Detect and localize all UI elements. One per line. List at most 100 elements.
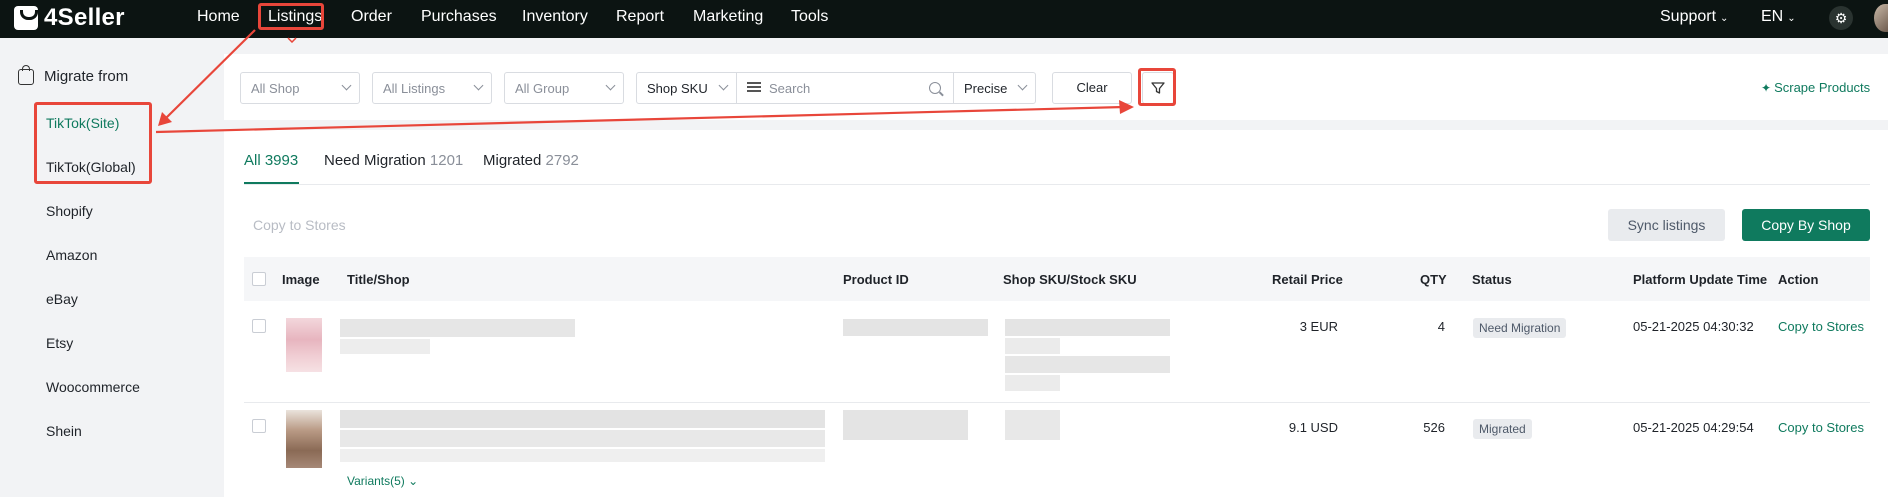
sku-type-select[interactable]: Shop SKU	[636, 72, 737, 104]
bag-logo-icon	[14, 6, 38, 30]
scrape-products-link[interactable]: ✦ Scrape Products	[1761, 80, 1870, 95]
sidebar-item-shein[interactable]: Shein	[46, 423, 82, 439]
redacted-shop	[340, 339, 430, 354]
language-menu[interactable]: EN ⌄	[1761, 8, 1796, 26]
retail-price: 9.1 USD	[1288, 420, 1338, 435]
select-all-checkbox[interactable]	[252, 272, 266, 286]
shop-select-value: All Shop	[251, 81, 300, 96]
group-select-value: All Group	[515, 81, 570, 96]
col-update-time: Platform Update Time	[1633, 272, 1768, 287]
tab-count: 3993	[264, 152, 299, 169]
col-qty: QTY	[1420, 272, 1447, 287]
retail-price: 3 EUR	[1299, 319, 1338, 334]
sidebar-item-woocommerce[interactable]: Woocommerce	[46, 379, 140, 395]
copy-by-shop-button[interactable]: Copy By Shop	[1742, 209, 1870, 241]
nav-home[interactable]: Home	[197, 8, 240, 26]
sidebar-item-amazon[interactable]: Amazon	[46, 247, 97, 263]
chevron-down-icon	[341, 80, 352, 91]
language-label: EN	[1761, 8, 1784, 25]
redacted-title	[340, 319, 575, 337]
listings-select[interactable]: All Listings	[372, 72, 492, 104]
chevron-down-icon: ⌄	[1720, 13, 1729, 24]
shopping-bag-icon	[18, 64, 34, 85]
quantity: 526	[1423, 420, 1445, 435]
redacted-shop-sku	[1005, 410, 1060, 440]
copy-to-stores-button[interactable]: Copy to Stores	[253, 217, 346, 233]
chevron-down-icon	[1017, 80, 1028, 91]
gear-icon[interactable]: ⚙	[1829, 6, 1853, 30]
support-label: Support	[1660, 8, 1717, 25]
col-shop-sku: Shop SKU/Stock SKU	[1003, 272, 1137, 287]
listings-active-caret	[287, 30, 297, 44]
sidebar-heading: Migrate from	[18, 64, 129, 85]
row-divider	[244, 402, 1870, 403]
sidebar-heading-label: Migrate from	[44, 68, 129, 85]
col-title-shop: Title/Shop	[347, 272, 410, 287]
nav-purchases[interactable]: Purchases	[421, 8, 497, 26]
sidebar-item-ebay[interactable]: eBay	[46, 291, 78, 307]
listings-select-value: All Listings	[383, 81, 446, 96]
search-icon[interactable]	[929, 82, 941, 94]
support-menu[interactable]: Support ⌄	[1660, 8, 1728, 26]
nav-tools[interactable]: Tools	[791, 8, 828, 26]
nav-inventory[interactable]: Inventory	[522, 8, 588, 26]
product-thumbnail[interactable]	[286, 318, 322, 372]
tab-migrated[interactable]: Migrated 2792	[483, 152, 579, 169]
table-header: Image Title/Shop Product ID Shop SKU/Sto…	[244, 257, 1870, 301]
tab-active-indicator	[244, 182, 299, 184]
group-select[interactable]: All Group	[504, 72, 624, 104]
tab-label: Need Migration	[324, 152, 426, 169]
row-checkbox[interactable]	[252, 419, 266, 433]
nav-order[interactable]: Order	[351, 8, 392, 26]
variants-toggle[interactable]: Variants(5) ⌄	[347, 474, 418, 488]
redacted-title	[340, 410, 825, 428]
col-retail-price: Retail Price	[1272, 272, 1343, 287]
tab-label: All	[244, 152, 261, 169]
status-badge: Need Migration	[1473, 318, 1567, 338]
redacted-sku-part	[1005, 338, 1060, 354]
search-input[interactable]: Search	[737, 72, 954, 104]
nav-marketing[interactable]: Marketing	[693, 8, 763, 26]
chevron-down-icon: ⌄	[1787, 13, 1796, 24]
search-list-icon	[747, 82, 761, 94]
redacted-stock-sku	[1005, 356, 1170, 373]
sidebar-item-etsy[interactable]: Etsy	[46, 335, 73, 351]
brand-logo[interactable]: 4Seller	[14, 4, 125, 32]
redacted-shop-sku	[1005, 319, 1170, 336]
chevron-down-icon	[473, 80, 484, 91]
highlight-tiktok-items	[34, 102, 152, 184]
col-action: Action	[1778, 272, 1819, 287]
product-thumbnail[interactable]	[286, 410, 322, 468]
tab-need-migration[interactable]: Need Migration 1201	[324, 152, 463, 169]
row-checkbox[interactable]	[252, 319, 266, 333]
quantity: 4	[1437, 319, 1445, 334]
match-mode-select[interactable]: Precise	[953, 72, 1036, 104]
update-time: 05-21-2025 04:30:32	[1633, 319, 1754, 334]
variants-label: Variants(5)	[347, 474, 405, 488]
redacted-product-id	[843, 319, 988, 336]
row-copy-to-stores-link[interactable]: Copy to Stores	[1778, 319, 1864, 334]
row-copy-to-stores-link[interactable]: Copy to Stores	[1778, 420, 1864, 435]
update-time: 05-21-2025 04:29:54	[1633, 420, 1754, 435]
tab-all[interactable]: All 3993	[244, 152, 298, 169]
redacted-product-id	[843, 410, 968, 440]
col-product-id: Product ID	[843, 272, 909, 287]
avatar[interactable]	[1874, 4, 1888, 32]
clear-button[interactable]: Clear	[1052, 72, 1132, 104]
col-image: Image	[282, 272, 320, 287]
tab-divider	[244, 184, 1870, 185]
sync-listings-button[interactable]: Sync listings	[1608, 209, 1725, 241]
sidebar-item-shopify[interactable]: Shopify	[46, 203, 93, 219]
scrape-label: Scrape Products	[1774, 80, 1871, 95]
redacted-title-line2	[340, 430, 825, 447]
shop-select[interactable]: All Shop	[240, 72, 360, 104]
tab-count: 1201	[429, 152, 464, 169]
highlight-filter-button	[1138, 68, 1176, 106]
tab-label: Migrated	[483, 152, 542, 169]
nav-report[interactable]: Report	[616, 8, 664, 26]
match-mode-value: Precise	[964, 81, 1008, 96]
status-badge: Migrated	[1473, 419, 1532, 439]
tab-count: 2792	[545, 152, 579, 169]
chevron-down-icon	[718, 80, 729, 91]
brand-name: 4Seller	[44, 4, 125, 31]
